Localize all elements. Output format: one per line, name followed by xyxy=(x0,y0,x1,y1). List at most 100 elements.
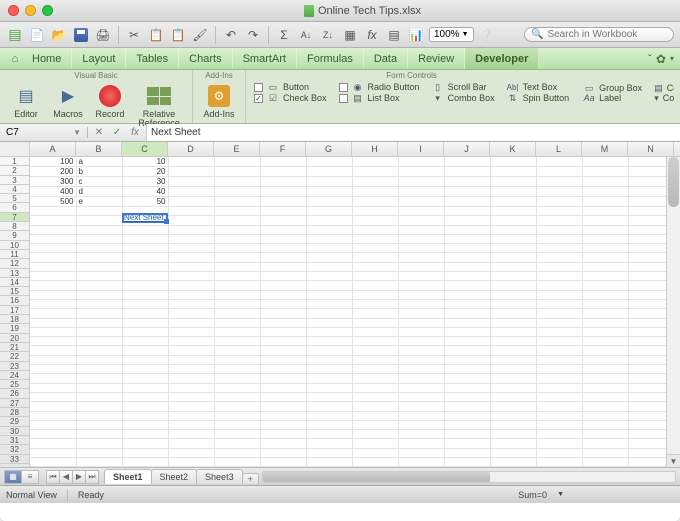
row-header-32[interactable]: 32 xyxy=(0,445,29,454)
search-input[interactable] xyxy=(547,29,657,40)
cell[interactable] xyxy=(306,262,352,271)
cell[interactable] xyxy=(582,207,628,216)
fc-checkbox[interactable]: ✓☑Check Box xyxy=(254,93,327,103)
row-header-22[interactable]: 22 xyxy=(0,352,29,361)
cell[interactable] xyxy=(30,309,76,318)
scrollbar-thumb[interactable] xyxy=(668,157,679,207)
confirm-formula-icon[interactable]: ✓ xyxy=(110,127,124,138)
cell[interactable] xyxy=(582,281,628,290)
cell[interactable] xyxy=(30,430,76,439)
cell[interactable] xyxy=(122,439,168,448)
cell[interactable] xyxy=(260,458,306,467)
cell[interactable] xyxy=(76,402,122,411)
format-painter-icon[interactable]: 🖌 xyxy=(191,26,209,44)
cell[interactable] xyxy=(260,420,306,429)
cell[interactable] xyxy=(444,177,490,187)
cell[interactable] xyxy=(260,177,306,187)
cell[interactable] xyxy=(260,327,306,336)
cell[interactable] xyxy=(30,448,76,457)
cell[interactable] xyxy=(398,355,444,364)
cell[interactable] xyxy=(122,411,168,420)
cell[interactable] xyxy=(76,318,122,327)
cell[interactable] xyxy=(398,439,444,448)
cell[interactable] xyxy=(398,318,444,327)
cell[interactable] xyxy=(536,225,582,234)
cell[interactable] xyxy=(536,383,582,392)
autosum-icon[interactable]: Σ xyxy=(275,26,293,44)
cell[interactable] xyxy=(490,439,536,448)
cell[interactable]: 300 xyxy=(30,177,76,187)
row-header-12[interactable]: 12 xyxy=(0,259,29,268)
cell[interactable] xyxy=(398,337,444,346)
cell[interactable] xyxy=(260,253,306,262)
col-header-D[interactable]: D xyxy=(168,142,214,156)
cell[interactable] xyxy=(490,448,536,457)
row-header-27[interactable]: 27 xyxy=(0,399,29,408)
cell[interactable] xyxy=(214,234,260,243)
cell[interactable] xyxy=(30,402,76,411)
cell[interactable] xyxy=(168,420,214,429)
addins-button[interactable]: Add-Ins xyxy=(199,82,239,121)
cell[interactable] xyxy=(490,167,536,177)
cell[interactable] xyxy=(168,318,214,327)
cell[interactable] xyxy=(398,157,444,167)
cell[interactable] xyxy=(76,225,122,234)
cell[interactable]: 30 xyxy=(122,177,168,187)
row-header-25[interactable]: 25 xyxy=(0,380,29,389)
cell[interactable] xyxy=(582,272,628,281)
cell[interactable] xyxy=(168,327,214,336)
cell[interactable] xyxy=(168,392,214,401)
row-header-11[interactable]: 11 xyxy=(0,250,29,259)
cell[interactable] xyxy=(122,374,168,383)
cell[interactable] xyxy=(352,383,398,392)
zoom-box[interactable]: 100% ▼ xyxy=(429,27,474,42)
cell[interactable] xyxy=(582,290,628,299)
cell[interactable] xyxy=(536,337,582,346)
cell[interactable] xyxy=(260,402,306,411)
cell[interactable] xyxy=(490,346,536,355)
col-header-I[interactable]: I xyxy=(398,142,444,156)
cell[interactable] xyxy=(444,225,490,234)
row-header-16[interactable]: 16 xyxy=(0,296,29,305)
cell[interactable] xyxy=(444,430,490,439)
cell[interactable] xyxy=(260,216,306,225)
cell[interactable] xyxy=(306,216,352,225)
cell[interactable] xyxy=(444,272,490,281)
cell[interactable] xyxy=(444,346,490,355)
select-all-corner[interactable] xyxy=(0,142,30,156)
cell[interactable] xyxy=(168,187,214,197)
fx-icon[interactable]: fx xyxy=(128,127,142,138)
cell[interactable]: 500 xyxy=(30,197,76,207)
cell[interactable] xyxy=(122,272,168,281)
fc-button[interactable]: ▭Button xyxy=(254,82,327,92)
cell[interactable] xyxy=(306,244,352,253)
cell[interactable] xyxy=(582,187,628,197)
cell[interactable] xyxy=(444,383,490,392)
cell[interactable] xyxy=(582,365,628,374)
cell[interactable] xyxy=(30,337,76,346)
cell[interactable] xyxy=(122,402,168,411)
macros-button[interactable]: ▶ Macros xyxy=(48,82,88,121)
cell[interactable] xyxy=(490,458,536,467)
row-header-3[interactable]: 3 xyxy=(0,176,29,185)
cell[interactable] xyxy=(122,355,168,364)
cell[interactable] xyxy=(122,299,168,308)
row-header-13[interactable]: 13 xyxy=(0,269,29,278)
cell[interactable] xyxy=(536,355,582,364)
cell[interactable] xyxy=(582,355,628,364)
cell[interactable] xyxy=(582,318,628,327)
horizontal-scrollbar[interactable] xyxy=(262,471,676,483)
cell[interactable] xyxy=(536,327,582,336)
cell[interactable] xyxy=(536,299,582,308)
cell[interactable] xyxy=(260,411,306,420)
cell[interactable] xyxy=(352,430,398,439)
gallery-icon[interactable]: ▦ xyxy=(341,26,359,44)
cell[interactable] xyxy=(306,337,352,346)
cell[interactable] xyxy=(490,299,536,308)
cell[interactable] xyxy=(536,392,582,401)
cell[interactable] xyxy=(444,262,490,271)
cell[interactable] xyxy=(214,383,260,392)
cell[interactable] xyxy=(30,262,76,271)
cell[interactable] xyxy=(168,216,214,225)
editor-button[interactable]: ▤ Editor xyxy=(6,82,46,121)
